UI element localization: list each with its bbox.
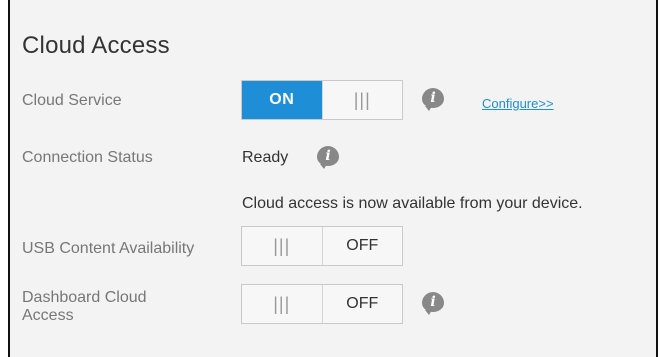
cloud-service-toggle[interactable]: ON ||| — [241, 80, 403, 120]
connection-status-value: Ready — [242, 149, 289, 166]
configure-link[interactable]: Configure>> — [482, 96, 554, 111]
toggle-grip-handle[interactable]: ||| — [242, 285, 323, 323]
dashboard-cloud-toggle[interactable]: ||| OFF — [241, 284, 403, 324]
usb-content-toggle[interactable]: ||| OFF — [241, 226, 403, 266]
cloud-service-info-icon[interactable]: i — [422, 88, 444, 111]
connection-status-message: Cloud access is now available from your … — [242, 195, 583, 212]
dashboard-cloud-label-line1: Dashboard Cloud — [22, 289, 147, 306]
toggle-grip-handle[interactable]: ||| — [321, 81, 403, 119]
dashboard-cloud-label: Dashboard Cloud Access — [22, 289, 147, 325]
cloud-service-label: Cloud Service — [22, 92, 122, 109]
toggle-off-segment[interactable]: OFF — [323, 285, 403, 323]
cloud-access-panel: Cloud Access Cloud Service ON ||| i Conf… — [8, 0, 658, 357]
dashboard-cloud-info-icon[interactable]: i — [422, 292, 444, 315]
toggle-grip-handle[interactable]: ||| — [242, 227, 323, 265]
connection-status-info-icon[interactable]: i — [317, 146, 339, 169]
toggle-on-segment[interactable]: ON — [242, 81, 322, 119]
connection-status-label: Connection Status — [22, 149, 153, 166]
toggle-off-segment[interactable]: OFF — [323, 227, 403, 265]
usb-content-label: USB Content Availability — [22, 240, 195, 257]
dashboard-cloud-label-line2: Access — [22, 307, 74, 324]
section-title: Cloud Access — [22, 32, 170, 59]
